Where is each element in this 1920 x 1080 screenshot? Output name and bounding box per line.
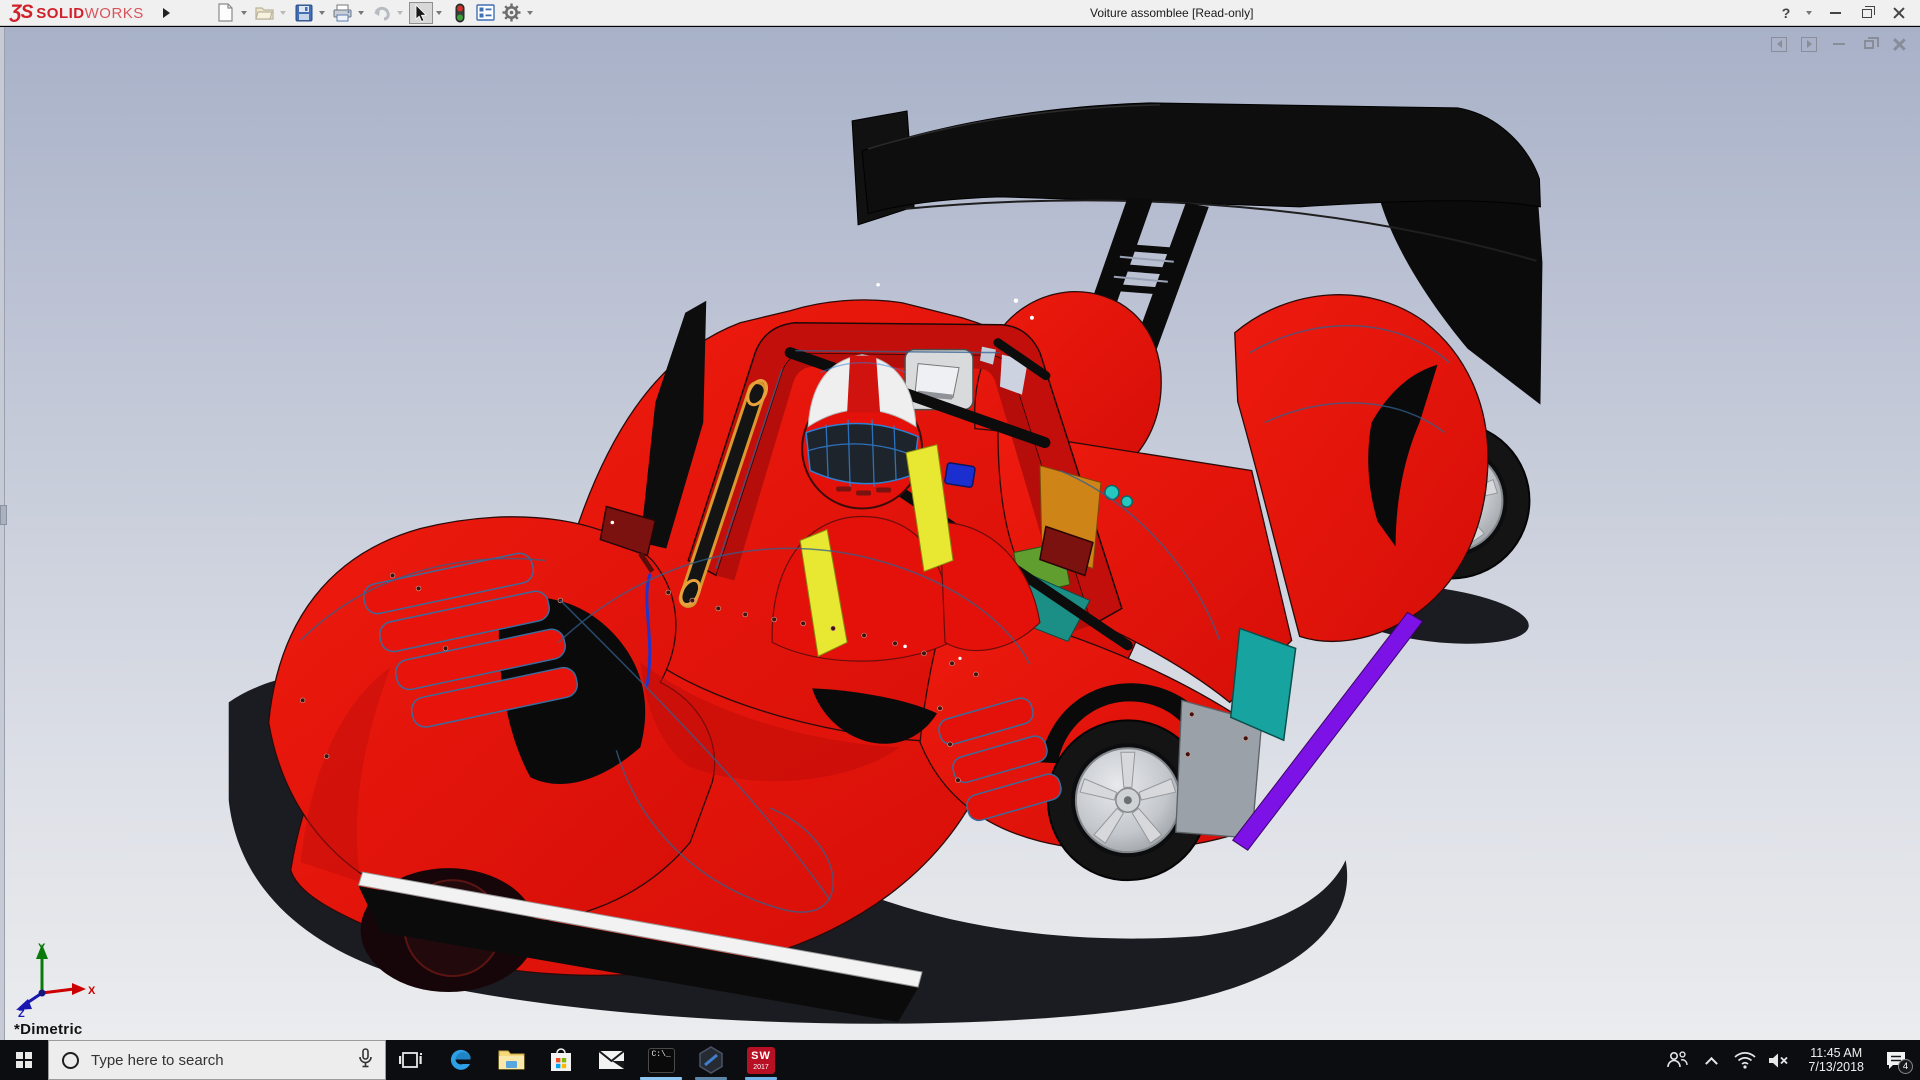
clock-date: 7/13/2018	[1808, 1060, 1864, 1074]
volume-muted-icon[interactable]	[1764, 1040, 1794, 1080]
solidworks-logo: ƷS SOLID WORKS	[10, 2, 144, 24]
collapsed-panel-strip[interactable]	[0, 27, 5, 1040]
start-button[interactable]	[0, 1040, 48, 1080]
wifi-icon[interactable]	[1730, 1040, 1760, 1080]
options-gear-button[interactable]	[500, 2, 524, 24]
task-view-button[interactable]	[386, 1040, 436, 1080]
solidworks-app-icon[interactable]: SW 2017	[736, 1040, 786, 1080]
taskbar-search-input[interactable]: Type here to search	[48, 1040, 386, 1080]
doc-close-button[interactable]	[1890, 35, 1908, 53]
new-document-button[interactable]	[214, 2, 238, 24]
taskbar-clock[interactable]: 11:45 AM 7/13/2018	[1798, 1046, 1874, 1074]
restore-button[interactable]	[1854, 2, 1880, 24]
close-button[interactable]	[1886, 2, 1912, 24]
window-title: Voiture assomblee [Read-only]	[1090, 6, 1253, 20]
print-button[interactable]	[331, 2, 355, 24]
system-tray: 11:45 AM 7/13/2018 4	[1662, 1040, 1920, 1080]
menu-flyout-arrow-icon[interactable]	[158, 4, 176, 22]
edge-browser-icon[interactable]	[436, 1040, 486, 1080]
clock-time: 11:45 AM	[1808, 1046, 1864, 1060]
new-dropdown-caret[interactable]	[241, 11, 247, 15]
windows-taskbar: Type here to search C:\_ SW 2017	[0, 1040, 1920, 1080]
pane-left-button[interactable]	[1770, 35, 1788, 53]
save-dropdown-caret[interactable]	[319, 11, 325, 15]
cortana-icon	[62, 1052, 79, 1069]
open-document-button[interactable]	[253, 2, 277, 24]
panel-expand-tab[interactable]	[0, 505, 7, 525]
svg-text:Y: Y	[38, 942, 46, 954]
search-placeholder: Type here to search	[91, 1052, 358, 1069]
action-center-button[interactable]: 4	[1878, 1040, 1914, 1080]
hexagon-app-icon[interactable]	[686, 1040, 736, 1080]
windows-logo-icon	[16, 1052, 32, 1068]
options-dropdown-caret[interactable]	[527, 11, 533, 15]
graphics-viewport[interactable]: Y X Z *Dimetric	[0, 27, 1920, 1040]
select-tool-button[interactable]	[409, 2, 433, 24]
save-button[interactable]	[292, 2, 316, 24]
mail-icon[interactable]	[586, 1040, 636, 1080]
quick-access-toolbar	[214, 2, 537, 24]
undo-button[interactable]	[370, 2, 394, 24]
app-title-bar: ƷS SOLID WORKS Voiture	[0, 0, 1920, 26]
svg-text:Z: Z	[18, 1008, 25, 1017]
microphone-icon[interactable]	[358, 1048, 373, 1073]
tray-chevron-icon[interactable]	[1696, 1040, 1726, 1080]
open-dropdown-caret[interactable]	[280, 11, 286, 15]
view-orientation-label: *Dimetric	[14, 1021, 83, 1038]
orientation-triad: Y X Z	[8, 939, 98, 1017]
file-explorer-icon[interactable]	[486, 1040, 536, 1080]
display-pane-button[interactable]	[474, 2, 498, 24]
solidworks-logo-glyph: ƷS	[10, 2, 32, 24]
doc-restore-button[interactable]	[1860, 35, 1878, 53]
3d-model-scene[interactable]	[0, 27, 1920, 1040]
undo-dropdown-caret[interactable]	[397, 11, 403, 15]
document-window-controls	[1770, 35, 1908, 53]
command-prompt-icon[interactable]: C:\_	[636, 1040, 686, 1080]
store-icon[interactable]	[536, 1040, 586, 1080]
people-icon[interactable]	[1662, 1040, 1692, 1080]
svg-text:X: X	[88, 985, 96, 997]
pane-right-button[interactable]	[1800, 35, 1818, 53]
helmet-visor	[806, 424, 918, 484]
help-dropdown-caret[interactable]	[1806, 11, 1812, 15]
notification-badge: 4	[1898, 1059, 1913, 1074]
doc-minimize-button[interactable]	[1830, 35, 1848, 53]
minimize-button[interactable]	[1822, 2, 1848, 24]
select-dropdown-caret[interactable]	[436, 11, 442, 15]
window-controls: ?	[1773, 0, 1912, 26]
rebuild-traffic-light-button[interactable]	[448, 2, 472, 24]
print-dropdown-caret[interactable]	[358, 11, 364, 15]
help-button[interactable]: ?	[1773, 2, 1799, 24]
